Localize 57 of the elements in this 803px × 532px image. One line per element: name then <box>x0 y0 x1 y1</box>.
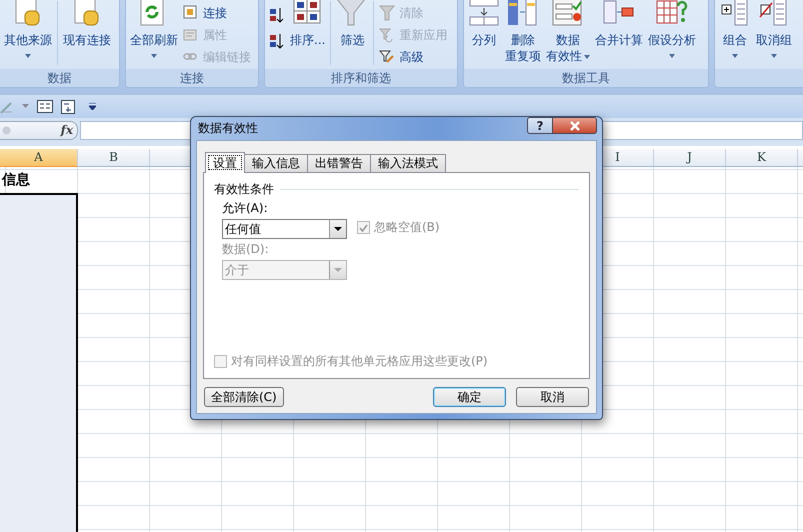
help-button[interactable]: ? <box>527 117 553 134</box>
ribbon-button[interactable]: 连接 <box>181 2 253 24</box>
ribbon-button[interactable]: 数据 有效性 <box>544 0 592 64</box>
column-header[interactable]: A <box>0 149 78 167</box>
function-label: fx <box>60 123 73 137</box>
properties-icon <box>183 27 199 43</box>
tab[interactable]: 输入法模式 <box>370 154 446 172</box>
dialog-title: 数据有效性 <box>197 120 258 137</box>
ribbon-button[interactable]: 合并计算 <box>593 0 645 48</box>
ribbon-button[interactable]: 高级 <box>377 46 450 68</box>
sort-descending-icon <box>269 33 285 49</box>
funnel-clear-icon <box>379 5 396 21</box>
dialog-button[interactable]: 确定 <box>433 387 506 407</box>
field-label: 允许(A): <box>222 200 268 217</box>
section-title: 有效性条件 <box>214 181 274 198</box>
customize-toolbar-icon[interactable] <box>89 103 96 110</box>
split-columns-icon <box>468 0 500 27</box>
dialog-button[interactable]: 取消 <box>516 387 589 407</box>
tab[interactable]: 设置 <box>205 152 245 173</box>
column-header[interactable]: J <box>654 149 726 166</box>
check-form-icon <box>552 0 584 27</box>
checkmark-icon <box>359 224 368 232</box>
tab[interactable]: 输入信息 <box>244 154 308 172</box>
close-icon <box>568 120 580 130</box>
ribbon-button[interactable]: 假设分析 <box>646 0 698 61</box>
column-header[interactable]: K <box>726 149 798 166</box>
field-label: 数据(D): <box>222 241 269 258</box>
form-icon[interactable] <box>37 100 53 113</box>
ribbon-button[interactable]: 分列 <box>466 0 502 48</box>
tab[interactable]: 出错警告 <box>307 154 371 172</box>
column-header[interactable]: B <box>78 149 150 166</box>
ribbon-button[interactable]: 全部刷新 <box>128 0 180 61</box>
table-cell-text: 信息 <box>0 171 31 190</box>
ribbon-button[interactable]: 删除 重复项 <box>503 0 543 64</box>
linked-sheet-icon <box>183 5 199 21</box>
group-label: 连接 <box>126 69 258 87</box>
duplicate-rows-icon <box>507 0 539 27</box>
close-button[interactable] <box>553 117 597 134</box>
caret-icon <box>334 268 342 272</box>
ribbon-button[interactable]: 排序... <box>288 0 328 48</box>
sort-ascending-icon <box>269 7 285 23</box>
group-label: 数据 <box>0 69 119 87</box>
circle-icon <box>2 126 11 134</box>
funnel-pencil-icon <box>379 49 396 65</box>
group-label: 数据工具 <box>464 69 708 87</box>
name-box[interactable]: fx <box>0 120 78 140</box>
ribbon-button[interactable]: 现有连接 <box>61 0 113 48</box>
ribbon-button[interactable]: 取消组 <box>754 0 794 61</box>
dialog-button[interactable]: 全部清除(C) <box>204 387 284 407</box>
table-arrows-icon[interactable] <box>61 100 75 114</box>
ribbon-button[interactable]: 其他来源 <box>2 0 54 61</box>
group-label: 排序和筛选 <box>265 69 457 87</box>
ribbon-button[interactable]: 组合 <box>717 0 753 61</box>
funnel-reapply-icon <box>379 27 396 43</box>
ribbon-button[interactable]: 筛选 <box>334 0 370 48</box>
caret-icon <box>334 226 342 232</box>
dropdown-field[interactable]: 任何值 <box>222 219 347 239</box>
